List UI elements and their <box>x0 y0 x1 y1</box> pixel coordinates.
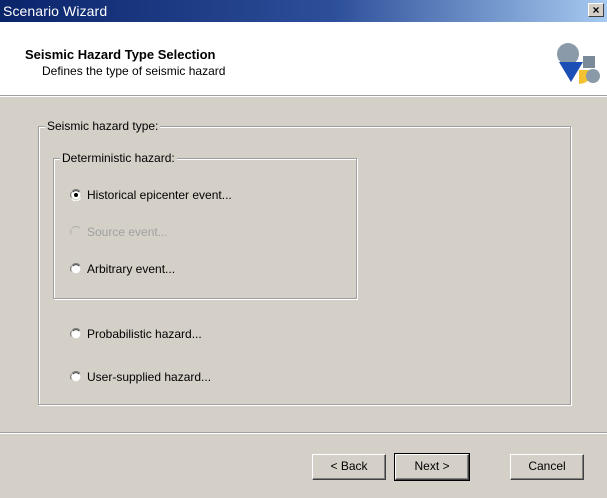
radio-unselected-icon <box>70 263 82 275</box>
radio-selected-icon <box>70 189 82 201</box>
radio-arbitrary-event[interactable]: Arbitrary event... <box>70 262 175 276</box>
page-title: Seismic Hazard Type Selection <box>25 47 216 62</box>
radio-probabilistic-hazard[interactable]: Probabilistic hazard... <box>70 327 202 341</box>
title-bar[interactable]: Scenario Wizard × <box>0 0 607 22</box>
radio-label: Arbitrary event... <box>87 262 176 276</box>
seismic-hazard-type-label: Seismic hazard type: <box>45 119 161 133</box>
scenario-wizard-dialog: Scenario Wizard × Seismic Hazard Type Se… <box>0 0 607 498</box>
deterministic-hazard-label: Deterministic hazard: <box>60 151 177 165</box>
header-divider <box>0 96 607 97</box>
page-subtitle: Defines the type of seismic hazard <box>42 64 226 78</box>
radio-unselected-icon <box>70 328 82 340</box>
radio-label: Historical epicenter event... <box>87 188 232 202</box>
close-button[interactable]: × <box>588 3 604 17</box>
window-title: Scenario Wizard <box>3 3 108 19</box>
radio-source-event[interactable]: Source event... <box>70 225 168 239</box>
wizard-shapes-icon <box>557 43 600 84</box>
radio-unselected-icon <box>70 371 82 383</box>
close-icon: × <box>592 3 600 17</box>
radio-historical-epicenter-event[interactable]: Historical epicenter event... <box>70 188 232 202</box>
cancel-button[interactable]: Cancel <box>510 454 584 480</box>
footer-divider <box>0 432 607 434</box>
radio-disabled-icon <box>70 226 82 238</box>
wizard-header: Seismic Hazard Type Selection Defines th… <box>0 22 607 96</box>
next-button[interactable]: Next > <box>394 453 470 481</box>
radio-label: User-supplied hazard... <box>87 370 212 384</box>
radio-user-supplied-hazard[interactable]: User-supplied hazard... <box>70 370 211 384</box>
radio-label: Probabilistic hazard... <box>87 327 202 341</box>
radio-label: Source event... <box>87 225 168 239</box>
back-button[interactable]: < Back <box>312 454 386 480</box>
